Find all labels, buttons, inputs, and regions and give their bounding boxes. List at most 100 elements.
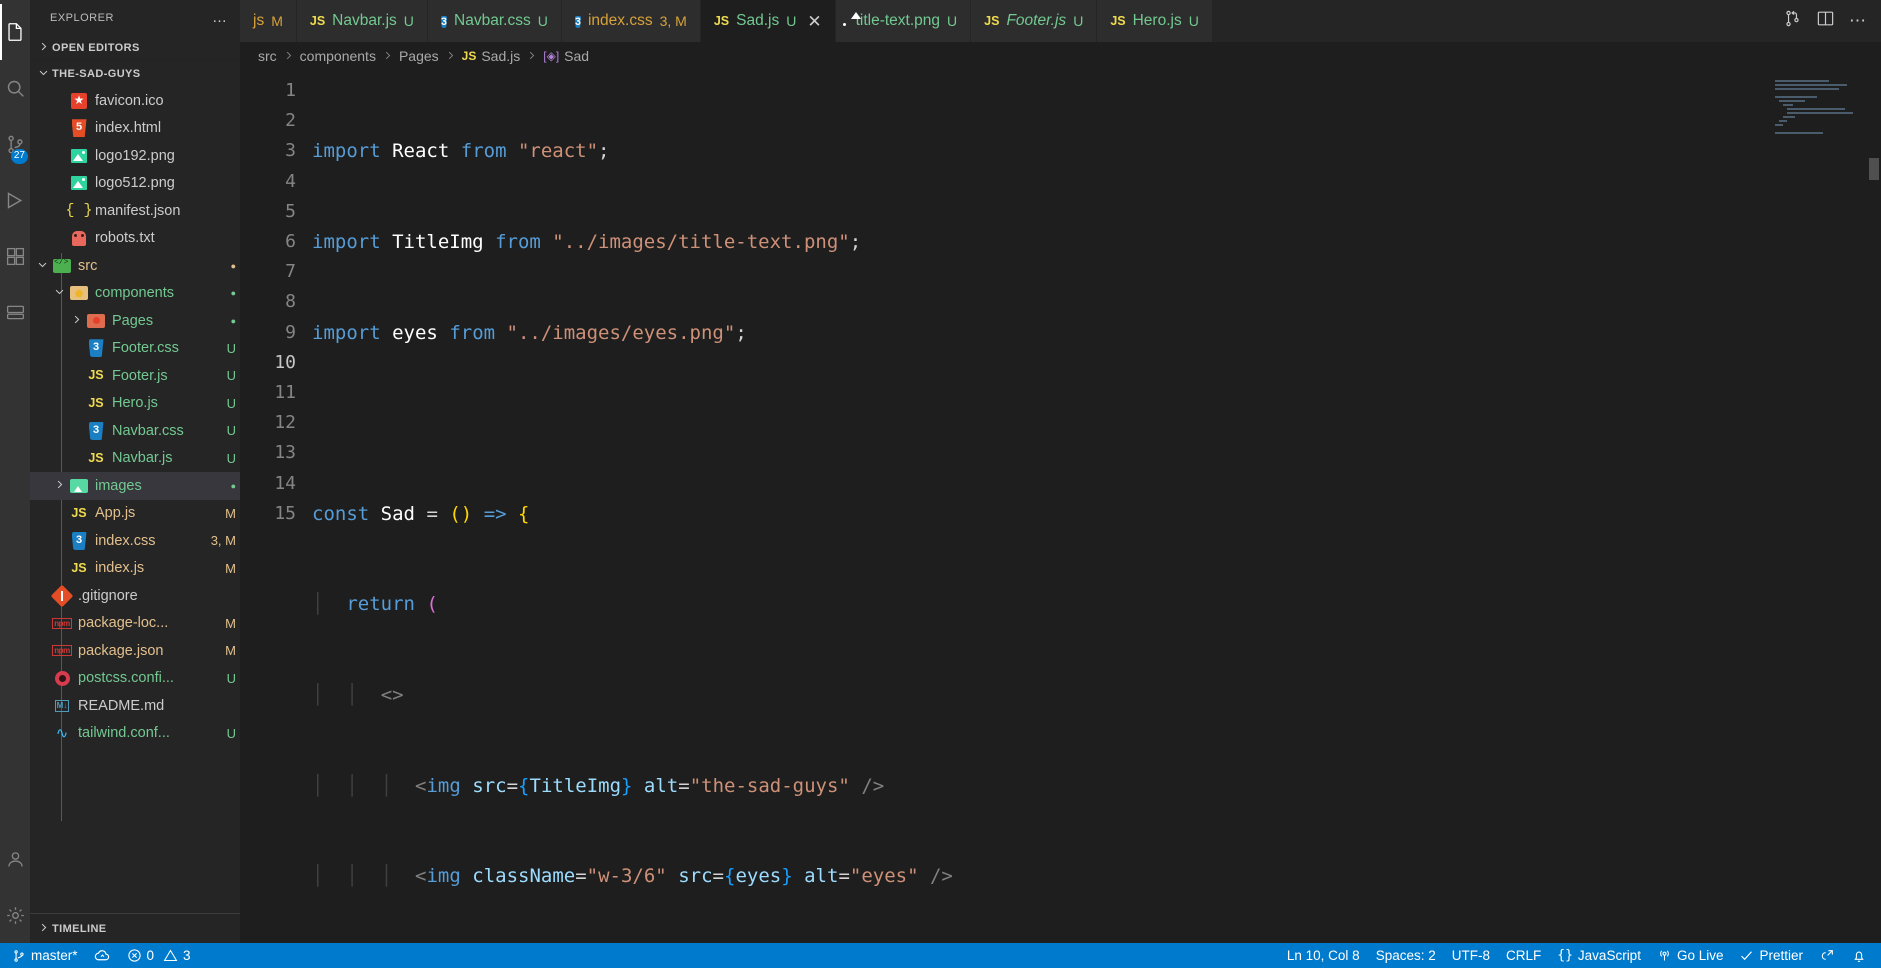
- js-file-icon: JS: [88, 450, 104, 465]
- status-cursor-position[interactable]: Ln 10, Col 8: [1279, 948, 1368, 963]
- status-remote[interactable]: [1811, 948, 1843, 964]
- activitybar-run-debug[interactable]: [0, 172, 30, 228]
- tree-item-postcss-confi-[interactable]: postcss.confi... U: [30, 665, 240, 693]
- editor-tab-sad-js[interactable]: JS Sad.js U ✕: [700, 0, 836, 42]
- activitybar-source-control[interactable]: 27: [0, 116, 30, 172]
- tree-item-manifest-json[interactable]: { } manifest.json: [30, 197, 240, 225]
- editor-tab-navbar-js[interactable]: JS Navbar.js U: [296, 0, 428, 42]
- tree-item-footer-css[interactable]: 3 Footer.css U: [30, 335, 240, 363]
- extensions-icon: [5, 246, 26, 267]
- tree-item-package-loc-[interactable]: npm package-loc... M: [30, 610, 240, 638]
- tree-item-label: Footer.js: [112, 367, 168, 384]
- activitybar-remote-explorer[interactable]: [0, 284, 30, 340]
- breadcrumb-item-components[interactable]: components: [300, 48, 376, 64]
- status-notifications[interactable]: [1843, 948, 1875, 964]
- editor-tab-title-text-png[interactable]: title-text.png U: [835, 0, 972, 42]
- activitybar-settings[interactable]: [0, 887, 30, 943]
- line-number: 5: [285, 200, 296, 222]
- tree-item-index-js[interactable]: JS index.js M: [30, 555, 240, 583]
- editor-tab-index-css[interactable]: 3 index.css 3, M: [561, 0, 701, 42]
- status-encoding[interactable]: UTF-8: [1444, 948, 1498, 963]
- breadcrumb-separator-icon: [526, 49, 537, 64]
- split-editor-right-icon[interactable]: [1816, 9, 1835, 33]
- more-actions-icon[interactable]: ⋯: [1849, 11, 1867, 31]
- js-file-icon: JS: [88, 395, 104, 410]
- activitybar-extensions[interactable]: [0, 228, 30, 284]
- tree-item-badge: U: [226, 340, 236, 356]
- tree-item-package-json[interactable]: npm package.json M: [30, 637, 240, 665]
- tree-item-label: .gitignore: [78, 587, 138, 604]
- tree-item-navbar-css[interactable]: 3 Navbar.css U: [30, 417, 240, 445]
- breadcrumb-item-sad-js[interactable]: JS Sad.js: [462, 48, 521, 64]
- file-tree[interactable]: ★ favicon.ico 5 index.html logo192.png logo51…: [30, 87, 240, 913]
- split-editor-down-icon[interactable]: [1783, 9, 1802, 33]
- activitybar-search[interactable]: [0, 60, 30, 116]
- tree-item-badge: M: [225, 643, 236, 659]
- tree-item-index-css[interactable]: 3 index.css 3, M: [30, 527, 240, 555]
- sidebar-more-actions-icon[interactable]: …: [212, 9, 232, 26]
- tree-item-hero-js[interactable]: JS Hero.js U: [30, 390, 240, 418]
- chevron-down-icon[interactable]: [34, 259, 51, 273]
- tree-item-navbar-js[interactable]: JS Navbar.js U: [30, 445, 240, 473]
- tree-item-label: components: [95, 285, 174, 302]
- check-icon: [1739, 948, 1754, 963]
- editor-tab-navbar-css[interactable]: 3 Navbar.css U: [427, 0, 562, 42]
- activitybar-explorer[interactable]: [0, 4, 30, 60]
- main-body: 27 EXPLORER … OPEN EDITORS THE-SAD-GUYS …: [0, 0, 1881, 943]
- chevron-right-icon[interactable]: [51, 479, 68, 493]
- tab-file-icon: 3: [574, 12, 581, 31]
- breadcrumb-label: Pages: [398, 48, 439, 64]
- tree-item-images[interactable]: images ●: [30, 472, 240, 500]
- code-content[interactable]: import React from "react"; import TitleI…: [312, 70, 1881, 943]
- tree-item-index-html[interactable]: 5 index.html: [30, 115, 240, 143]
- section-folder-root[interactable]: THE-SAD-GUYS: [30, 61, 240, 87]
- status-problems[interactable]: 0 3: [119, 948, 199, 963]
- chevron-right-icon[interactable]: [68, 314, 85, 328]
- code-editor[interactable]: 1 2 3 4 5 6 7 8 9 10 11 12 13 14 15 import React from …: [240, 70, 1881, 943]
- tab-file-icon: JS: [310, 12, 325, 30]
- tree-item-footer-js[interactable]: JS Footer.js U: [30, 362, 240, 390]
- tab-label: Navbar.css: [454, 12, 531, 29]
- tree-item-src[interactable]: src ●: [30, 252, 240, 280]
- tree-item-label: postcss.confi...: [78, 670, 174, 687]
- js-file-icon: JS: [88, 368, 104, 383]
- tab-status-badge: U: [947, 13, 958, 29]
- tree-item-components[interactable]: components ●: [30, 280, 240, 308]
- tree-item-app-js[interactable]: JS App.js M: [30, 500, 240, 528]
- status-eol[interactable]: CRLF: [1498, 948, 1549, 963]
- editor-vertical-scrollbar[interactable]: [1867, 70, 1881, 943]
- code-line-5: const Sad = () => {: [312, 502, 530, 525]
- scrollbar-thumb[interactable]: [1869, 158, 1879, 180]
- file-icon: JS: [85, 450, 107, 467]
- tree-item--gitignore[interactable]: .gitignore: [30, 582, 240, 610]
- tree-item-badge: U: [226, 395, 236, 411]
- tree-item-tailwind-conf-[interactable]: ∿ tailwind.conf... U: [30, 720, 240, 748]
- tab-close-icon[interactable]: ✕: [807, 13, 821, 30]
- editor-tab-hero-js[interactable]: JS Hero.js U: [1097, 0, 1213, 42]
- breadcrumb[interactable]: src components Pages JS Sad.js [◈] Sad: [240, 42, 1881, 70]
- editor-tab-footer-js[interactable]: JS Footer.js U: [971, 0, 1098, 42]
- breadcrumb-item-sad[interactable]: [◈] Sad: [543, 48, 589, 64]
- status-prettier[interactable]: Prettier: [1731, 948, 1811, 963]
- folder-pages-icon: [87, 313, 105, 328]
- status-branch[interactable]: master*: [4, 948, 86, 963]
- js-file-icon: JS: [713, 14, 730, 28]
- tree-item-robots-txt[interactable]: robots.txt: [30, 225, 240, 253]
- chevron-down-icon[interactable]: [51, 286, 68, 300]
- tree-item-logo512-png[interactable]: logo512.png: [30, 170, 240, 198]
- breadcrumb-item-pages[interactable]: Pages: [399, 48, 439, 64]
- status-language-mode[interactable]: {} JavaScript: [1549, 948, 1649, 963]
- status-go-live[interactable]: Go Live: [1649, 948, 1732, 963]
- status-indentation[interactable]: Spaces: 2: [1368, 948, 1444, 963]
- activitybar-accounts[interactable]: [0, 831, 30, 887]
- tree-item-favicon-ico[interactable]: ★ favicon.ico: [30, 87, 240, 115]
- section-open-editors[interactable]: OPEN EDITORS: [30, 35, 240, 61]
- section-timeline[interactable]: TIMELINE: [30, 913, 240, 943]
- breadcrumb-item-src[interactable]: src: [258, 48, 277, 64]
- tree-item-readme-md[interactable]: M↓ README.md: [30, 692, 240, 720]
- tree-item-pages[interactable]: Pages ●: [30, 307, 240, 335]
- status-sync[interactable]: [86, 947, 119, 964]
- tree-item-logo192-png[interactable]: logo192.png: [30, 142, 240, 170]
- editor-tab-js[interactable]: js M: [240, 0, 297, 42]
